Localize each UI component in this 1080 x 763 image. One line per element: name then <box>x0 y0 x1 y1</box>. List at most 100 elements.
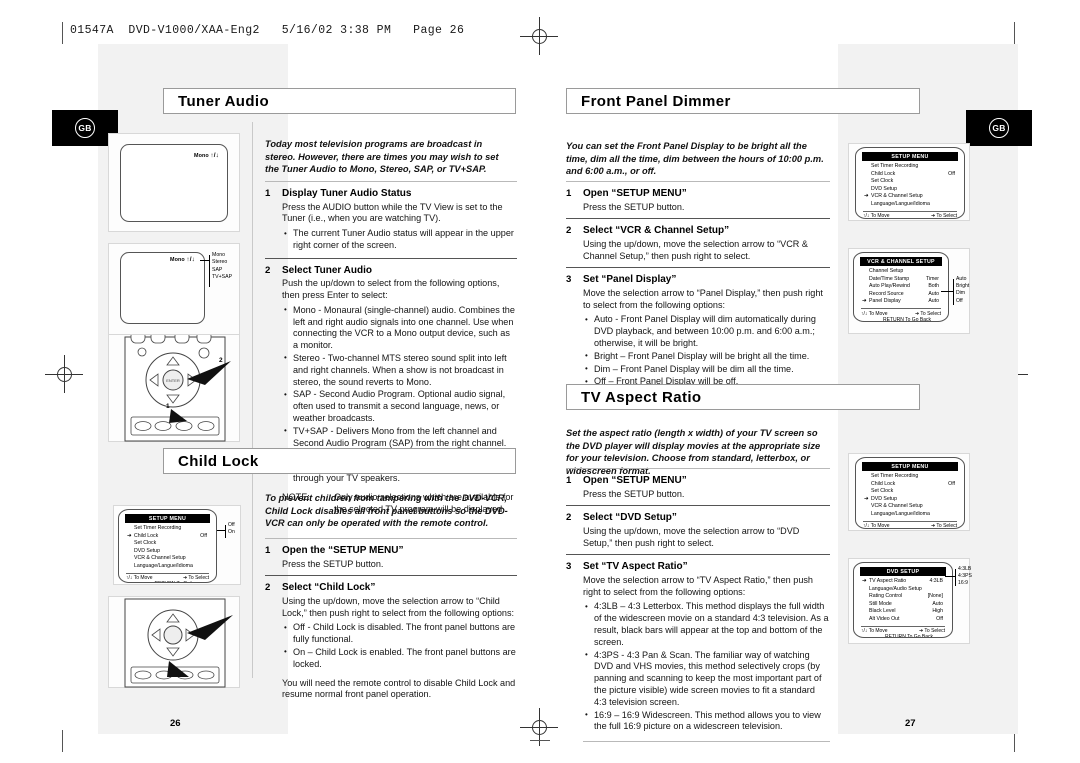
osd-row: VCR & Channel Setup <box>871 503 923 510</box>
osd-dvd-setup: DVD SETUP TV Aspect Ratio4:3LB Language/… <box>853 562 953 638</box>
figure-vcr-channel-setup: VCR & CHANNEL SETUP Channel Setup Date/T… <box>848 248 970 334</box>
osd-row: Auto Play/Rewind Both <box>869 283 939 290</box>
bullet-item: SAP - Second Audio Program. Optional aud… <box>282 389 517 424</box>
osd-row: DVD Setup <box>134 547 160 554</box>
step-title: Select “VCR & Channel Setup” <box>583 225 730 237</box>
step-bullet-list: 4:3LB – 4:3 Letterbox. This method displ… <box>583 601 830 733</box>
option-item: 16:9 <box>958 580 968 587</box>
child-lock-steps: 1 Open the “SETUP MENU” Press the SETUP … <box>265 533 517 703</box>
callout-number: 2 <box>219 357 223 364</box>
step-item: 1 Open “SETUP MENU” Press the SETUP butt… <box>566 187 830 213</box>
osd-foot-return: RETURN To Go Back <box>885 634 933 638</box>
option-brace <box>209 255 210 287</box>
osd-title-bar: SETUP MENU <box>862 462 958 472</box>
tv-option-list: Mono Stereo SAP TV+SAP <box>212 252 232 282</box>
step-title: Open “SETUP MENU” <box>583 475 687 486</box>
osd-row: Set Timer Recording <box>871 473 919 480</box>
step-paragraph: Press the SETUP button. <box>583 201 685 212</box>
option-item: Bright <box>956 283 970 290</box>
step-title: Open “SETUP MENU” <box>583 188 687 199</box>
osd-row-list: TV Aspect Ratio4:3LB Language/Audio Setu… <box>854 578 952 623</box>
osd-row: Child Lock Off <box>871 480 955 487</box>
bullet-item: Stereo - Two-channel MTS stereo sound sp… <box>282 352 517 388</box>
child-lock-intro: To prevent children from tampering with … <box>265 493 508 529</box>
osd-row-selected: VCR & Channel Setup <box>864 193 955 201</box>
updown-arrow-icon: ↑/↓ <box>186 256 195 263</box>
bullet-item: 4:3PS - 4:3 Pan & Scan. The familiar way… <box>583 649 830 709</box>
print-slug: 01547A DVD-V1000/XAA-Eng2 5/16/02 3:38 P… <box>70 24 465 37</box>
osd-foot-move: ↑/↓ To Move <box>126 575 153 582</box>
figure-child-lock-menu: SETUP MENU Set Timer Recording Child Loc… <box>113 505 241 585</box>
step-paragraph: Press the AUDIO button while the TV View… <box>282 201 503 224</box>
step-number: 3 <box>566 561 572 573</box>
step-bullet-list: The current Tuner Audio status will appe… <box>282 228 517 252</box>
osd-row: Channel Setup <box>869 268 904 275</box>
callout-number: 1 <box>166 403 170 410</box>
tab-label-left: GB <box>75 118 95 138</box>
panel-display-option-list: Auto Bright Dim Off <box>956 276 969 305</box>
step-item: 3 Set “Panel Display” Move the selection… <box>566 273 830 389</box>
option-item: 4:3LB <box>958 566 972 572</box>
section-title-front-panel-dimmer: Front Panel Dimmer <box>566 88 920 114</box>
step-paragraph: Using the up/down, move the selection ar… <box>583 525 800 548</box>
step-item: 2 Select “VCR & Channel Setup” Using the… <box>566 224 830 262</box>
step-title: Open the “SETUP MENU” <box>282 545 404 556</box>
header-rule <box>62 22 63 44</box>
registration-mark-left <box>45 355 83 393</box>
figure-remote-lower <box>108 596 240 688</box>
tab-marker-right: GB <box>966 110 1032 146</box>
step-item: 1 Open “SETUP MENU” Press the SETUP butt… <box>566 474 830 500</box>
bullet-item: On – Child Lock is enabled. The front pa… <box>282 646 517 671</box>
osd-footer: ↑/↓ To Move➜ To Select RETURN To Go Back <box>861 625 945 638</box>
step-number: 1 <box>265 188 271 199</box>
remote-control-illustration <box>124 598 233 688</box>
osd-row-list: Set Timer Recording Child LockOff Set Cl… <box>856 163 964 208</box>
bullet-item: Mono - Monaural (single-channel) audio. … <box>282 304 517 352</box>
osd-foot-move: ↑/↓ To Move <box>863 523 890 529</box>
column-divider-left <box>252 122 253 678</box>
page-number-right: 27 <box>905 718 916 729</box>
osd-row: Set Timer Recording <box>871 163 919 170</box>
option-item: 4:3PS <box>958 573 972 580</box>
osd-setup-menu-vcr: SETUP MENU Set Timer Recording Child Loc… <box>855 147 965 219</box>
leader-line <box>945 576 955 577</box>
trim-mark-left <box>62 730 63 752</box>
bullet-item: Off - Child Lock is disabled. The front … <box>282 622 517 646</box>
step-item: 2 Select “Child Lock” Using the up/down,… <box>265 581 517 701</box>
osd-title-bar: VCR & CHANNEL SETUP <box>860 257 942 267</box>
osd-row: DVD Setup <box>871 185 897 192</box>
osd-row-list: Channel Setup Date/Time Stamp Timer Auto … <box>854 268 948 306</box>
step-number: 2 <box>265 264 271 276</box>
step-title: Select “DVD Setup” <box>583 512 677 524</box>
step-title: Set “TV Aspect Ratio” <box>583 561 688 573</box>
osd-row: Still Mode Auto <box>869 600 943 607</box>
tv-status-label: Mono ↑/↓ <box>194 152 219 159</box>
osd-row: Language/Langue/Idioma <box>871 200 930 207</box>
osd-setup-menu-dvd: SETUP MENU Set Timer Recording Child Loc… <box>855 457 965 529</box>
step-number: 1 <box>265 545 271 556</box>
osd-row: Rating Control [None] <box>869 593 943 600</box>
leader-line <box>217 530 225 531</box>
osd-row-list: Set Timer Recording Child LockOff Set Cl… <box>119 525 216 570</box>
step-title: Display Tuner Audio Status <box>282 188 412 199</box>
step-number: 2 <box>566 512 572 524</box>
osd-title-bar: SETUP MENU <box>862 152 958 162</box>
step-item: 2 Select Tuner Audio Push the up/down to… <box>265 264 517 516</box>
step-bullet-list: Off - Child Lock is disabled. The front … <box>282 622 517 670</box>
option-brace <box>953 279 954 305</box>
step-number: 2 <box>265 582 271 594</box>
step-number: 1 <box>566 188 572 199</box>
figure-setup-menu-dvd: SETUP MENU Set Timer Recording Child Loc… <box>848 453 970 531</box>
step-paragraph: Move the selection arrow to “TV Aspect R… <box>583 574 813 597</box>
step-title: Select “Child Lock” <box>282 582 376 594</box>
osd-row: Language/Langue/Idioma <box>134 562 193 569</box>
osd-row: Black Level High <box>869 608 943 615</box>
bullet-item: Auto - Front Panel Display will dim auto… <box>583 314 830 349</box>
option-item: TV+SAP <box>212 274 233 281</box>
osd-row: Set Clock <box>871 178 894 185</box>
osd-row-selected: DVD Setup <box>864 496 955 504</box>
option-item: Mono <box>212 252 225 258</box>
osd-foot-move: ↑/↓ To Move <box>861 628 888 635</box>
trim-mark-center <box>530 740 550 741</box>
front-panel-dimmer-steps: 1 Open “SETUP MENU” Press the SETUP butt… <box>566 176 830 391</box>
